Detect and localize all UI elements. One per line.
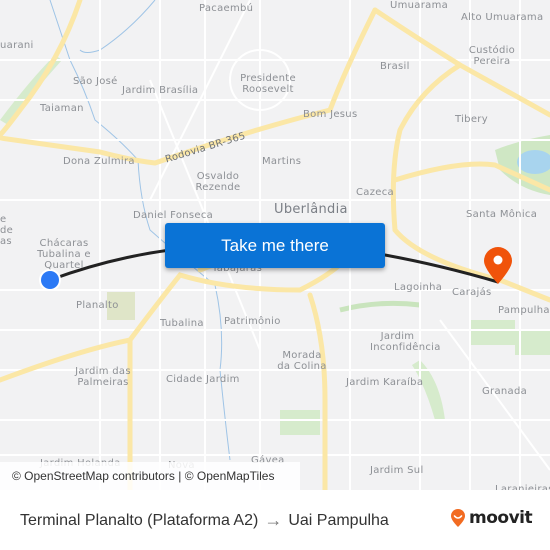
green-corridor bbox=[339, 300, 421, 313]
moovit-wordmark: moovit bbox=[469, 508, 533, 528]
map-attribution[interactable]: © OpenStreetMap contributors | © OpenMap… bbox=[0, 462, 300, 490]
neighborhood-label: Cazeca bbox=[356, 187, 394, 198]
neighborhood-label: Alto Umuarama bbox=[461, 12, 544, 23]
neighborhood-label: Granada bbox=[482, 386, 528, 397]
neighborhood-label: Pampulha bbox=[498, 305, 550, 316]
neighborhood-label: Taiaman bbox=[40, 103, 84, 114]
neighborhood-label: Santa Mônica bbox=[466, 209, 538, 220]
neighborhood-label: Jardim Karaíba bbox=[346, 377, 424, 388]
origin-name: Terminal Planalto (Plataforma A2) bbox=[20, 511, 259, 529]
park-area bbox=[280, 410, 320, 435]
destination-name: Uai Pampulha bbox=[288, 511, 389, 529]
city-label: Uberlândia bbox=[274, 202, 348, 217]
neighborhood-label: Dona Zulmira bbox=[63, 156, 135, 167]
take-me-there-button[interactable]: Take me there bbox=[165, 223, 385, 268]
park-area bbox=[470, 320, 515, 345]
origin-dot-icon[interactable] bbox=[41, 271, 59, 289]
neighborhood-label: uarani bbox=[0, 40, 34, 51]
neighborhood-label: Lagoinha bbox=[394, 282, 443, 293]
arrow-right-icon: → bbox=[264, 510, 283, 530]
map[interactable]: Pacaembú Umuarama Alto Umuarama uarani C… bbox=[0, 0, 550, 490]
neighborhood-label: Patrimônio bbox=[224, 316, 281, 327]
neighborhood-label: Martins bbox=[262, 156, 302, 167]
neighborhood-label: Morada da Colina bbox=[277, 350, 327, 372]
neighborhood-label: Tibery bbox=[455, 114, 488, 125]
neighborhood-label: Jardim das Palmeiras bbox=[75, 366, 131, 388]
neighborhood-label: Pacaembú bbox=[199, 3, 254, 14]
route-summary: Terminal Planalto (Plataforma A2) → Uai … bbox=[20, 510, 389, 531]
neighborhood-label: Presidente Roosevelt bbox=[240, 73, 296, 95]
footer: Terminal Planalto (Plataforma A2) → Uai … bbox=[0, 490, 550, 550]
neighborhood-label: Carajás bbox=[452, 287, 492, 298]
moovit-pin-icon bbox=[451, 509, 465, 527]
neighborhood-label: Custódio Pereira bbox=[468, 45, 516, 67]
neighborhood-label: Planalto bbox=[76, 300, 119, 311]
neighborhood-label: Brasil bbox=[380, 61, 410, 72]
neighborhood-label: Jardim Sul bbox=[370, 465, 424, 476]
neighborhood-label: e de as bbox=[0, 214, 14, 247]
neighborhood-label: Umuarama bbox=[390, 0, 449, 11]
neighborhood-label: Chácaras Tubalina e Quartel bbox=[37, 238, 91, 271]
moovit-logo[interactable]: moovit bbox=[449, 508, 533, 528]
neighborhood-label: Jardim Inconfidência bbox=[370, 331, 441, 353]
neighborhood-label: Cidade Jardim bbox=[166, 374, 240, 385]
neighborhood-label: Daniel Fonseca bbox=[133, 210, 214, 221]
neighborhood-label: Osvaldo Rezende bbox=[195, 171, 241, 193]
neighborhood-label: Bom Jesus bbox=[303, 109, 358, 120]
neighborhood-label: Jardim Brasília bbox=[122, 85, 199, 96]
neighborhood-label: Tubalina bbox=[160, 318, 204, 329]
river bbox=[79, 0, 156, 53]
neighborhood-label: São José bbox=[73, 76, 118, 87]
